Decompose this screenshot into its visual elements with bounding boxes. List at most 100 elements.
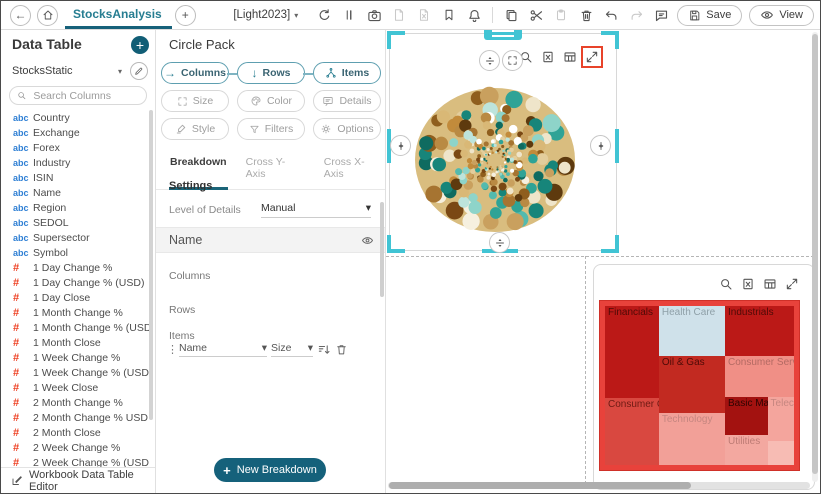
column-item[interactable]: #1 Week Change %: [1, 350, 149, 365]
circle-pack-node[interactable]: [477, 154, 481, 158]
column-item[interactable]: #1 Day Close: [1, 290, 149, 305]
comment-icon[interactable]: [652, 6, 670, 24]
circle-pack-node[interactable]: [509, 125, 518, 134]
bookmark-icon[interactable]: [440, 6, 458, 24]
treemap-cell[interactable]: Telecommunications: [768, 397, 794, 441]
circle-pack-node[interactable]: [476, 139, 482, 145]
column-item[interactable]: abcRegion: [1, 200, 149, 215]
circle-pack-node[interactable]: [458, 197, 469, 208]
treemap-cell[interactable]: Technology: [659, 413, 725, 465]
column-item[interactable]: abcName: [1, 185, 149, 200]
table-view-icon[interactable]: [762, 276, 778, 292]
circle-pack-node[interactable]: [484, 141, 489, 146]
circle-pack-node[interactable]: [502, 156, 504, 158]
view-button[interactable]: View: [749, 5, 814, 26]
circle-pack-node[interactable]: [502, 158, 505, 161]
split-vertical-bottom-button[interactable]: [489, 232, 510, 253]
circle-pack-node[interactable]: [490, 147, 493, 150]
column-item[interactable]: #1 Week Change % (USD): [1, 365, 149, 380]
delete-trash-icon[interactable]: [577, 6, 595, 24]
treemap-cell[interactable]: Consumer Services: [725, 356, 794, 397]
circle-pack-node[interactable]: [505, 132, 511, 138]
circle-pack-node[interactable]: [515, 177, 520, 182]
column-item[interactable]: abcISIN: [1, 170, 149, 185]
circle-pack-node[interactable]: [506, 158, 510, 162]
circle-pack-node[interactable]: [507, 179, 515, 187]
tab-cross-x-axis[interactable]: Cross X-Axis: [323, 152, 385, 190]
column-item[interactable]: abcCountry: [1, 110, 149, 125]
export-excel-icon[interactable]: [740, 276, 756, 292]
level-of-details-select[interactable]: Manual ▾: [261, 202, 371, 218]
column-item[interactable]: #1 Week Close: [1, 380, 149, 395]
circle-pack-node[interactable]: [437, 110, 450, 123]
circle-pack-node[interactable]: [470, 169, 475, 174]
column-item[interactable]: #1 Day Change %: [1, 260, 149, 275]
circle-pack-node[interactable]: [507, 213, 524, 230]
home-button[interactable]: [37, 5, 58, 26]
selection-corner-bottom-right[interactable]: [601, 235, 619, 253]
columns-shelf-button[interactable]: → Columns: [161, 62, 229, 84]
circle-pack-node[interactable]: [491, 186, 497, 192]
circle-pack-node[interactable]: [486, 148, 489, 151]
vertical-scroll-thumb[interactable]: [812, 34, 818, 474]
maximize-icon[interactable]: [584, 49, 600, 65]
circle-pack-node[interactable]: [455, 168, 462, 175]
size-button[interactable]: Size: [161, 90, 229, 112]
circle-pack-node[interactable]: [435, 137, 448, 150]
circle-pack-node[interactable]: [491, 152, 494, 155]
column-item[interactable]: #1 Month Change % (USD): [1, 320, 149, 335]
circle-pack-node[interactable]: [496, 166, 498, 168]
rows-shelf-button[interactable]: ↓ Rows: [237, 62, 305, 84]
inspector-scrollbar[interactable]: [380, 202, 384, 297]
workbook-data-table-editor-button[interactable]: Workbook Data Table Editor: [1, 467, 155, 493]
column-item[interactable]: #1 Month Change %: [1, 305, 149, 320]
circle-pack-node[interactable]: [485, 154, 487, 156]
circle-pack-node[interactable]: [486, 166, 489, 169]
circle-pack-node[interactable]: [480, 158, 483, 161]
circle-pack-node[interactable]: [419, 136, 433, 150]
search-columns-input[interactable]: [31, 89, 139, 103]
items-shelf-button[interactable]: Items: [313, 62, 381, 84]
treemap-cell[interactable]: Industrials: [725, 306, 794, 356]
circle-pack-node[interactable]: [543, 114, 561, 132]
sidebar-scrollbar[interactable]: [149, 110, 153, 420]
fit-to-view-button[interactable]: [502, 50, 523, 71]
circle-pack-node[interactable]: [499, 140, 504, 145]
refresh-icon[interactable]: [315, 6, 333, 24]
circle-pack-node[interactable]: [515, 194, 523, 202]
alerts-bell-icon[interactable]: [465, 6, 483, 24]
theme-selector[interactable]: [Light2023] ▾: [233, 9, 298, 21]
circle-pack-node[interactable]: [483, 158, 485, 160]
circle-pack-node[interactable]: [491, 168, 493, 170]
circle-pack-node[interactable]: [467, 158, 472, 163]
drag-handle-icon[interactable]: ⋮: [167, 343, 175, 356]
circle-pack-node[interactable]: [489, 191, 497, 199]
item-size-select[interactable]: Size ▾: [271, 342, 313, 357]
circle-pack-node[interactable]: [502, 163, 504, 165]
circle-pack-node[interactable]: [508, 140, 514, 146]
circle-pack-node[interactable]: [449, 138, 458, 147]
column-item[interactable]: #2 Month Change % USD: [1, 410, 149, 425]
circle-pack-node[interactable]: [525, 97, 540, 112]
column-item[interactable]: abcIndustry: [1, 155, 149, 170]
circle-pack-node[interactable]: [482, 147, 486, 151]
circle-pack-node[interactable]: [486, 176, 490, 180]
new-breakdown-button[interactable]: + New Breakdown: [214, 458, 326, 482]
selection-edge-right[interactable]: [615, 129, 619, 163]
circle-pack-node[interactable]: [432, 158, 446, 172]
circle-pack-node[interactable]: [504, 154, 506, 156]
split-horizontal-right-button[interactable]: [590, 135, 611, 156]
add-data-table-button[interactable]: +: [131, 36, 149, 54]
split-vertical-button[interactable]: [479, 50, 500, 71]
column-item[interactable]: #1 Day Change % (USD): [1, 275, 149, 290]
column-item[interactable]: abcExchange: [1, 125, 149, 140]
circle-pack-node[interactable]: [545, 168, 554, 177]
circle-pack-node[interactable]: [501, 145, 504, 148]
column-item[interactable]: abcSymbol: [1, 245, 149, 260]
treemap-cell[interactable]: Consumer Goods: [605, 398, 659, 465]
circle-pack-node[interactable]: [510, 157, 514, 161]
canvas-horizontal-scrollbar[interactable]: [388, 482, 810, 489]
paste-icon[interactable]: [552, 6, 570, 24]
circle-pack-node[interactable]: [495, 151, 497, 153]
export-excel-icon[interactable]: [540, 49, 556, 65]
